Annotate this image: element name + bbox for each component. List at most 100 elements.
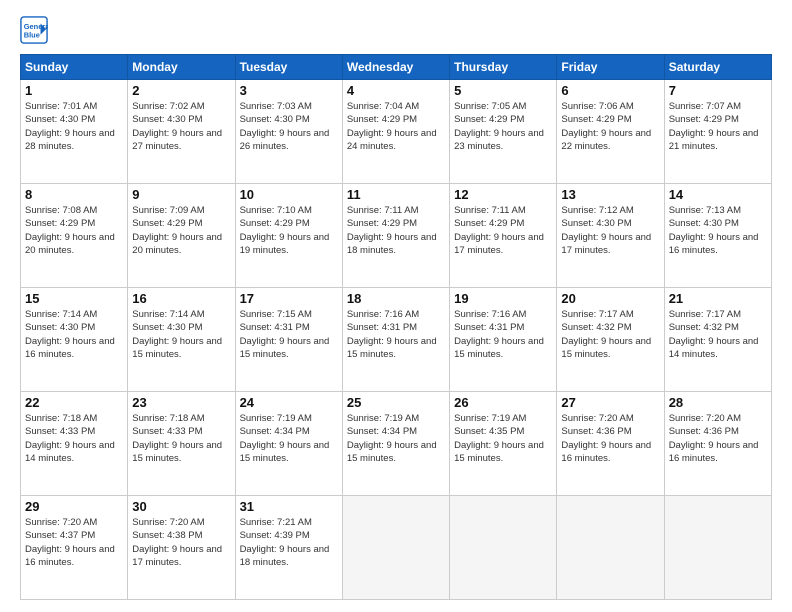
calendar-cell: 28 Sunrise: 7:20 AMSunset: 4:36 PMDayligh… bbox=[664, 392, 771, 496]
day-number: 11 bbox=[347, 187, 445, 202]
svg-text:Blue: Blue bbox=[24, 30, 40, 39]
day-info: Sunrise: 7:02 AMSunset: 4:30 PMDaylight:… bbox=[132, 100, 230, 153]
day-number: 31 bbox=[240, 499, 338, 514]
calendar-week-row: 29 Sunrise: 7:20 AMSunset: 4:37 PMDayligh… bbox=[21, 496, 772, 600]
weekday-header-tuesday: Tuesday bbox=[235, 55, 342, 80]
day-info: Sunrise: 7:04 AMSunset: 4:29 PMDaylight:… bbox=[347, 100, 445, 153]
day-info: Sunrise: 7:19 AMSunset: 4:35 PMDaylight:… bbox=[454, 412, 552, 465]
day-number: 28 bbox=[669, 395, 767, 410]
day-number: 20 bbox=[561, 291, 659, 306]
day-number: 12 bbox=[454, 187, 552, 202]
day-info: Sunrise: 7:18 AMSunset: 4:33 PMDaylight:… bbox=[132, 412, 230, 465]
day-number: 26 bbox=[454, 395, 552, 410]
day-info: Sunrise: 7:18 AMSunset: 4:33 PMDaylight:… bbox=[25, 412, 123, 465]
weekday-header-saturday: Saturday bbox=[664, 55, 771, 80]
calendar-cell: 5 Sunrise: 7:05 AMSunset: 4:29 PMDaylight… bbox=[450, 80, 557, 184]
day-number: 10 bbox=[240, 187, 338, 202]
day-info: Sunrise: 7:05 AMSunset: 4:29 PMDaylight:… bbox=[454, 100, 552, 153]
calendar-cell: 14 Sunrise: 7:13 AMSunset: 4:30 PMDayligh… bbox=[664, 184, 771, 288]
day-info: Sunrise: 7:20 AMSunset: 4:38 PMDaylight:… bbox=[132, 516, 230, 569]
day-number: 7 bbox=[669, 83, 767, 98]
calendar-cell: 26 Sunrise: 7:19 AMSunset: 4:35 PMDayligh… bbox=[450, 392, 557, 496]
weekday-header-friday: Friday bbox=[557, 55, 664, 80]
calendar-week-row: 1 Sunrise: 7:01 AMSunset: 4:30 PMDaylight… bbox=[21, 80, 772, 184]
day-info: Sunrise: 7:12 AMSunset: 4:30 PMDaylight:… bbox=[561, 204, 659, 257]
calendar-cell: 25 Sunrise: 7:19 AMSunset: 4:34 PMDayligh… bbox=[342, 392, 449, 496]
day-info: Sunrise: 7:03 AMSunset: 4:30 PMDaylight:… bbox=[240, 100, 338, 153]
weekday-header-monday: Monday bbox=[128, 55, 235, 80]
calendar-cell: 6 Sunrise: 7:06 AMSunset: 4:29 PMDaylight… bbox=[557, 80, 664, 184]
day-number: 5 bbox=[454, 83, 552, 98]
day-number: 9 bbox=[132, 187, 230, 202]
calendar-week-row: 22 Sunrise: 7:18 AMSunset: 4:33 PMDayligh… bbox=[21, 392, 772, 496]
calendar-body: 1 Sunrise: 7:01 AMSunset: 4:30 PMDaylight… bbox=[21, 80, 772, 600]
day-info: Sunrise: 7:09 AMSunset: 4:29 PMDaylight:… bbox=[132, 204, 230, 257]
day-info: Sunrise: 7:01 AMSunset: 4:30 PMDaylight:… bbox=[25, 100, 123, 153]
day-number: 8 bbox=[25, 187, 123, 202]
day-number: 17 bbox=[240, 291, 338, 306]
day-number: 14 bbox=[669, 187, 767, 202]
calendar-cell bbox=[557, 496, 664, 600]
day-info: Sunrise: 7:08 AMSunset: 4:29 PMDaylight:… bbox=[25, 204, 123, 257]
day-number: 16 bbox=[132, 291, 230, 306]
day-info: Sunrise: 7:16 AMSunset: 4:31 PMDaylight:… bbox=[347, 308, 445, 361]
day-number: 15 bbox=[25, 291, 123, 306]
day-number: 30 bbox=[132, 499, 230, 514]
calendar-cell bbox=[450, 496, 557, 600]
calendar-cell: 23Sunrise: 7:18 AMSunset: 4:33 PMDayligh… bbox=[128, 392, 235, 496]
day-info: Sunrise: 7:20 AMSunset: 4:36 PMDaylight:… bbox=[561, 412, 659, 465]
logo: General Blue bbox=[20, 16, 50, 44]
calendar-cell: 18 Sunrise: 7:16 AMSunset: 4:31 PMDayligh… bbox=[342, 288, 449, 392]
day-info: Sunrise: 7:20 AMSunset: 4:37 PMDaylight:… bbox=[25, 516, 123, 569]
day-number: 24 bbox=[240, 395, 338, 410]
day-number: 19 bbox=[454, 291, 552, 306]
calendar-week-row: 8 Sunrise: 7:08 AMSunset: 4:29 PMDaylight… bbox=[21, 184, 772, 288]
calendar-cell: 1 Sunrise: 7:01 AMSunset: 4:30 PMDaylight… bbox=[21, 80, 128, 184]
day-number: 18 bbox=[347, 291, 445, 306]
logo-icon: General Blue bbox=[20, 16, 48, 44]
calendar-cell: 7Sunrise: 7:07 AMSunset: 4:29 PMDaylight… bbox=[664, 80, 771, 184]
calendar-cell: 30 Sunrise: 7:20 AMSunset: 4:38 PMDayligh… bbox=[128, 496, 235, 600]
day-number: 2 bbox=[132, 83, 230, 98]
day-info: Sunrise: 7:16 AMSunset: 4:31 PMDaylight:… bbox=[454, 308, 552, 361]
weekday-header-sunday: Sunday bbox=[21, 55, 128, 80]
day-number: 25 bbox=[347, 395, 445, 410]
calendar-cell: 19 Sunrise: 7:16 AMSunset: 4:31 PMDayligh… bbox=[450, 288, 557, 392]
calendar-cell: 8 Sunrise: 7:08 AMSunset: 4:29 PMDaylight… bbox=[21, 184, 128, 288]
weekday-header-thursday: Thursday bbox=[450, 55, 557, 80]
day-info: Sunrise: 7:15 AMSunset: 4:31 PMDaylight:… bbox=[240, 308, 338, 361]
day-info: Sunrise: 7:21 AMSunset: 4:39 PMDaylight:… bbox=[240, 516, 338, 569]
calendar-cell: 15 Sunrise: 7:14 AMSunset: 4:30 PMDayligh… bbox=[21, 288, 128, 392]
day-info: Sunrise: 7:19 AMSunset: 4:34 PMDaylight:… bbox=[240, 412, 338, 465]
calendar-cell: 9 Sunrise: 7:09 AMSunset: 4:29 PMDaylight… bbox=[128, 184, 235, 288]
day-number: 22 bbox=[25, 395, 123, 410]
day-number: 21 bbox=[669, 291, 767, 306]
day-info: Sunrise: 7:11 AMSunset: 4:29 PMDaylight:… bbox=[347, 204, 445, 257]
day-info: Sunrise: 7:20 AMSunset: 4:36 PMDaylight:… bbox=[669, 412, 767, 465]
day-info: Sunrise: 7:06 AMSunset: 4:29 PMDaylight:… bbox=[561, 100, 659, 153]
day-number: 3 bbox=[240, 83, 338, 98]
day-number: 27 bbox=[561, 395, 659, 410]
day-number: 29 bbox=[25, 499, 123, 514]
day-number: 13 bbox=[561, 187, 659, 202]
calendar-header-row: SundayMondayTuesdayWednesdayThursdayFrid… bbox=[21, 55, 772, 80]
day-info: Sunrise: 7:13 AMSunset: 4:30 PMDaylight:… bbox=[669, 204, 767, 257]
calendar-cell bbox=[342, 496, 449, 600]
day-info: Sunrise: 7:17 AMSunset: 4:32 PMDaylight:… bbox=[669, 308, 767, 361]
calendar-cell: 27 Sunrise: 7:20 AMSunset: 4:36 PMDayligh… bbox=[557, 392, 664, 496]
calendar-cell: 31 Sunrise: 7:21 AMSunset: 4:39 PMDayligh… bbox=[235, 496, 342, 600]
day-info: Sunrise: 7:19 AMSunset: 4:34 PMDaylight:… bbox=[347, 412, 445, 465]
calendar-cell: 10Sunrise: 7:10 AMSunset: 4:29 PMDayligh… bbox=[235, 184, 342, 288]
calendar-cell: 24 Sunrise: 7:19 AMSunset: 4:34 PMDayligh… bbox=[235, 392, 342, 496]
calendar-cell: 4Sunrise: 7:04 AMSunset: 4:29 PMDaylight… bbox=[342, 80, 449, 184]
calendar-cell: 2 Sunrise: 7:02 AMSunset: 4:30 PMDaylight… bbox=[128, 80, 235, 184]
day-number: 1 bbox=[25, 83, 123, 98]
calendar-page: General Blue SundayMondayTuesdayWednesda… bbox=[0, 0, 792, 612]
day-info: Sunrise: 7:14 AMSunset: 4:30 PMDaylight:… bbox=[25, 308, 123, 361]
day-number: 6 bbox=[561, 83, 659, 98]
calendar-cell: 17 Sunrise: 7:15 AMSunset: 4:31 PMDayligh… bbox=[235, 288, 342, 392]
calendar-cell: 16Sunrise: 7:14 AMSunset: 4:30 PMDayligh… bbox=[128, 288, 235, 392]
calendar-cell: 3 Sunrise: 7:03 AMSunset: 4:30 PMDaylight… bbox=[235, 80, 342, 184]
calendar-cell: 29 Sunrise: 7:20 AMSunset: 4:37 PMDayligh… bbox=[21, 496, 128, 600]
calendar-cell: 22 Sunrise: 7:18 AMSunset: 4:33 PMDayligh… bbox=[21, 392, 128, 496]
